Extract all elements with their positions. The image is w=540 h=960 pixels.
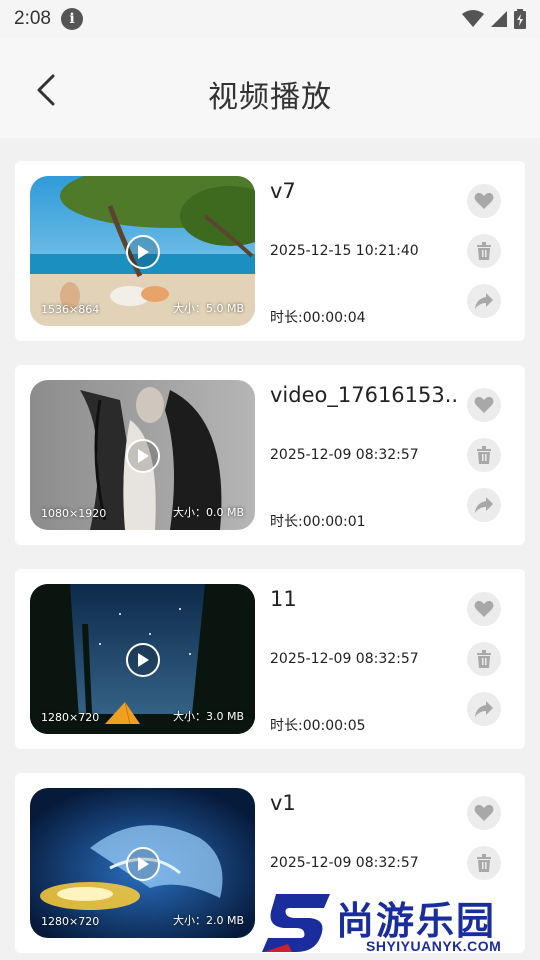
video-size: 大小：2.0 MB [172, 914, 244, 927]
play-icon [125, 235, 160, 269]
video-date: 2025-12-15 10:21:40 [270, 243, 419, 259]
watermark-logo: 尚游乐园 SHYIYUANYK.COM [262, 890, 540, 960]
heart-icon [474, 192, 494, 209]
video-size: 大小：5.0 MB [172, 302, 244, 315]
status-icons [462, 9, 526, 29]
video-card: 1280×720 大小：3.0 MB 11 2025-12-09 08:32:5… [15, 569, 525, 749]
video-duration: 时长:00:00:04 [270, 310, 366, 326]
play-icon [125, 847, 160, 881]
trash-icon [477, 650, 491, 668]
video-card: 1536×864 大小：5.0 MB v7 2025-12-15 10:21:4… [15, 161, 525, 341]
page-title: 视频播放 [208, 80, 332, 115]
favorite-button[interactable] [467, 796, 501, 830]
delete-button[interactable] [467, 642, 501, 676]
delete-button[interactable] [467, 846, 501, 880]
share-arrow-icon [475, 497, 493, 513]
video-name: 11 [270, 587, 297, 611]
video-date: 2025-12-09 08:32:57 [270, 651, 419, 667]
app-header: 视频播放 [0, 38, 540, 138]
status-bar: 2:08 i [0, 0, 540, 38]
play-icon [125, 643, 160, 677]
share-button[interactable] [467, 488, 501, 522]
status-time: 2:08 [14, 8, 51, 29]
info-icon: i [60, 8, 83, 30]
video-date: 2025-12-09 08:32:57 [270, 855, 419, 871]
share-arrow-icon [475, 701, 493, 717]
signal-icon [491, 11, 507, 27]
trash-icon [477, 854, 491, 872]
delete-button[interactable] [467, 438, 501, 472]
video-date: 2025-12-09 08:32:57 [270, 447, 419, 463]
watermark-domain: SHYIYUANYK.COM [366, 938, 502, 954]
video-thumbnail[interactable]: 1536×864 大小：5.0 MB [30, 176, 255, 326]
video-resolution: 1280×720 [41, 711, 100, 724]
video-thumbnail[interactable]: 1080×1920 大小：0.0 MB [30, 380, 255, 530]
watermark-brand: 尚游乐园 [336, 899, 497, 943]
wifi-icon [462, 10, 484, 27]
video-name: v1 [270, 791, 296, 815]
video-name: video_17616153.. [270, 383, 459, 407]
video-duration: 时长:00:00:01 [270, 514, 366, 530]
video-resolution: 1280×720 [41, 915, 100, 928]
trash-icon [477, 446, 491, 464]
trash-icon [477, 242, 491, 260]
share-button[interactable] [467, 284, 501, 318]
video-size: 大小：3.0 MB [172, 710, 244, 723]
heart-icon [474, 804, 494, 821]
video-resolution: 1536×864 [41, 303, 100, 316]
battery-icon [514, 9, 526, 29]
video-list: 1536×864 大小：5.0 MB v7 2025-12-15 10:21:4… [15, 161, 525, 960]
delete-button[interactable] [467, 234, 501, 268]
favorite-button[interactable] [467, 388, 501, 422]
video-name: v7 [270, 179, 296, 203]
video-size: 大小：0.0 MB [172, 506, 244, 519]
heart-icon [474, 600, 494, 617]
share-button[interactable] [467, 692, 501, 726]
watermark-s-logo-icon [262, 894, 330, 952]
favorite-button[interactable] [467, 592, 501, 626]
video-thumbnail[interactable]: 1280×720 大小：3.0 MB [30, 584, 255, 734]
favorite-button[interactable] [467, 184, 501, 218]
video-resolution: 1080×1920 [41, 507, 107, 520]
video-duration: 时长:00:00:05 [270, 718, 366, 734]
heart-icon [474, 396, 494, 413]
play-icon [125, 439, 160, 473]
share-arrow-icon [475, 293, 493, 309]
video-card: 1080×1920 大小：0.0 MB video_17616153.. 202… [15, 365, 525, 545]
video-thumbnail[interactable]: 1280×720 大小：2.0 MB [30, 788, 255, 938]
